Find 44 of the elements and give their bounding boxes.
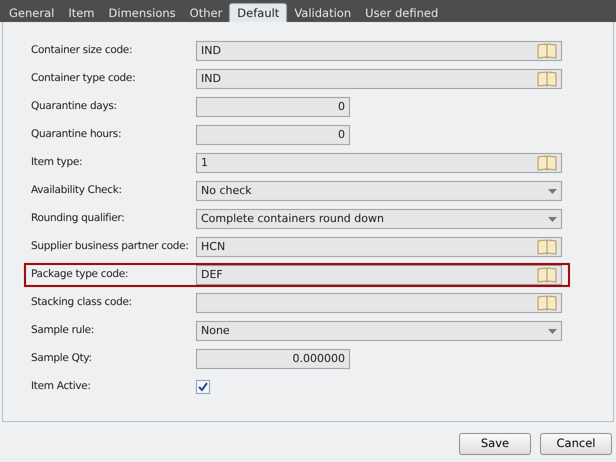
book-icon[interactable] [537,155,557,171]
field-label: Stacking class code: [30,295,133,310]
book-icon[interactable] [537,295,557,311]
caret-icon [548,328,557,334]
dropdown[interactable]: None [196,321,562,341]
field-label: Item type: [30,155,84,170]
field-label: Sample rule: [30,323,95,338]
field-label: Package type code: [30,267,130,282]
field-label: Availability Check: [30,183,123,198]
field-label: Quarantine days: [30,99,118,114]
tab[interactable]: Dimensions [102,2,183,22]
book-icon[interactable] [537,71,557,87]
number-field[interactable]: 0.000000 [196,349,350,369]
dropdown[interactable]: Complete containers round down [196,209,562,229]
lookup-field[interactable]: 1 [196,153,562,173]
lookup-field[interactable]: IND [196,69,562,89]
tab[interactable]: Validation [287,2,358,22]
lookup-field[interactable] [196,293,562,313]
caret-icon [548,188,557,194]
book-icon[interactable] [537,267,557,283]
tab[interactable]: User defined [358,2,446,22]
tab[interactable]: Other [182,2,230,22]
dropdown[interactable]: No check [196,181,562,201]
lookup-field[interactable]: DEF [196,265,562,285]
tab[interactable]: Default [229,3,288,22]
lookup-field[interactable]: IND [196,41,562,61]
caret-icon [548,216,557,222]
field-label: Container size code: [30,43,134,58]
field-label: Supplier business partner code: [30,239,190,254]
field-label: Item Active: [30,379,92,394]
field-label: Quarantine hours: [30,127,122,142]
field-label: Rounding qualifier: [30,211,126,226]
number-field[interactable]: 0 [196,97,350,117]
lookup-field[interactable]: HCN [196,237,562,257]
number-field[interactable]: 0 [196,125,350,145]
dialog-button[interactable]: Cancel [540,433,612,455]
book-icon[interactable] [537,43,557,59]
book-icon[interactable] [537,239,557,255]
field-label: Container type code: [30,71,136,86]
tab[interactable]: General [2,2,62,22]
tab[interactable]: Item [61,2,102,22]
checkbox[interactable] [196,380,210,394]
field-label: Sample Qty: [30,351,93,366]
dialog-button[interactable]: Save [459,433,531,455]
